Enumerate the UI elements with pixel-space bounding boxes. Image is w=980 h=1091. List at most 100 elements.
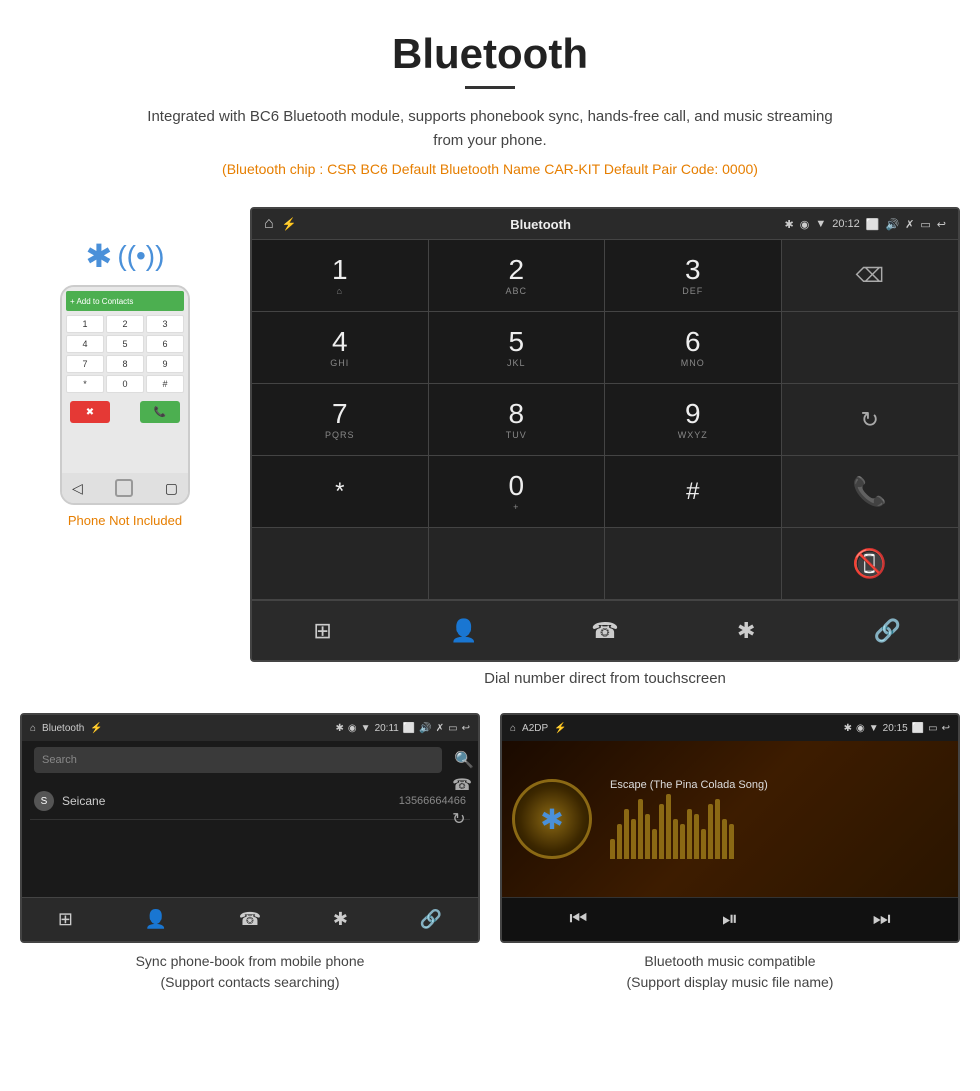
call-green-icon: 📞	[852, 475, 887, 508]
music-content: ✱ Escape (The Pina Colada Song)	[502, 741, 958, 897]
play-pause-icon[interactable]: ⏯	[722, 908, 738, 931]
search-icon[interactable]: 🔍	[454, 750, 474, 770]
status-right: ✱ ◉ ▼ 20:12 ⬜ 🔊 ✗ ▭ ↩	[785, 218, 947, 231]
music-title: A2DP	[522, 723, 548, 734]
bottom-phone-icon[interactable]: ☎	[585, 611, 625, 651]
music-screen-icon: ▭	[928, 723, 937, 734]
dial-refresh[interactable]: ↻	[782, 384, 959, 456]
contacts-status-bar: ⌂ Bluetooth ⚡ ✱ ◉ ▼ 20:11 ⬜ 🔊 ✗ ▭ ↩	[22, 715, 478, 741]
dial-letters-2: ABC	[505, 286, 527, 296]
dial-letters-0: +	[513, 502, 519, 512]
bottom-contacts-icon[interactable]: 👤	[444, 611, 484, 651]
bottom-grid-icon[interactable]: ⊞	[303, 611, 343, 651]
music-bt-icon: ✱	[844, 723, 852, 734]
music-caption: Bluetooth music compatible(Support displ…	[627, 951, 834, 993]
dial-backspace[interactable]: ⌫	[782, 240, 959, 312]
bottom-link-icon[interactable]: 🔗	[867, 611, 907, 651]
dial-key-star[interactable]: *	[252, 456, 429, 528]
phone-key-7: 7	[66, 355, 104, 373]
viz-bar	[673, 819, 678, 859]
dial-call-green[interactable]: 📞	[782, 456, 959, 528]
dial-letters-9: WXYZ	[678, 430, 708, 440]
contacts-loc-icon: ◉	[348, 723, 357, 734]
contacts-title: Bluetooth	[42, 723, 84, 734]
contacts-grid-icon[interactable]: ⊞	[58, 909, 73, 930]
contacts-call-icon[interactable]: ☎	[452, 775, 472, 795]
dial-key-6[interactable]: 6 MNO	[605, 312, 782, 384]
contacts-caption: Sync phone-book from mobile phone(Suppor…	[136, 951, 365, 993]
dial-empty-5b	[429, 528, 606, 600]
dial-empty-5a	[252, 528, 429, 600]
phone-key-5: 5	[106, 335, 144, 353]
viz-bar	[645, 814, 650, 859]
dial-key-1[interactable]: 1 ⌂	[252, 240, 429, 312]
refresh-icon: ↻	[861, 407, 879, 433]
contacts-x-icon: ✗	[436, 723, 444, 734]
music-cam-icon: ⬜	[912, 723, 924, 734]
dial-key-4[interactable]: 4 GHI	[252, 312, 429, 384]
contacts-sig-icon: ▼	[361, 723, 371, 734]
phone-key-star: *	[66, 375, 104, 393]
contacts-screen-icon: ▭	[448, 723, 457, 734]
dial-number-0: 0	[508, 472, 524, 500]
phone-bottom: ◁ ▢	[62, 473, 188, 503]
contacts-list: S Seicane 13566664466	[22, 779, 478, 824]
camera-icon: ⬜	[866, 218, 880, 231]
car-usb-icon: ⚡	[282, 217, 297, 231]
contacts-refresh-icon2[interactable]: ↻	[452, 809, 472, 829]
music-back-icon: ↩	[942, 723, 950, 734]
dial-key-2[interactable]: 2 ABC	[429, 240, 606, 312]
music-home-icon: ⌂	[510, 723, 516, 734]
car-bottom-bar: ⊞ 👤 ☎ ✱ 🔗	[252, 600, 958, 660]
page-header: Bluetooth Integrated with BC6 Bluetooth …	[0, 0, 980, 207]
dial-key-8[interactable]: 8 TUV	[429, 384, 606, 456]
phone-key-2: 2	[106, 315, 144, 333]
dial-key-0[interactable]: 0 +	[429, 456, 606, 528]
title-underline	[465, 86, 515, 89]
dial-call-red[interactable]: 📵	[782, 528, 959, 600]
dial-key-5[interactable]: 5 JKL	[429, 312, 606, 384]
contacts-bt-icon: ✱	[336, 723, 344, 734]
contacts-bottom-bar: ⊞ 👤 ☎ ✱ 🔗	[22, 897, 478, 941]
dial-key-7[interactable]: 7 PQRS	[252, 384, 429, 456]
car-screen-title: Bluetooth	[510, 217, 571, 232]
location-icon: ◉	[800, 218, 810, 231]
bluetooth-icon: ✱	[86, 237, 113, 275]
dial-number-2: 2	[508, 256, 524, 284]
viz-bar	[610, 839, 615, 859]
contact-item[interactable]: S Seicane 13566664466	[30, 783, 470, 820]
close-icon: ✗	[905, 218, 914, 231]
prev-track-icon[interactable]: ⏮	[569, 908, 587, 931]
phone-home-button	[115, 479, 133, 497]
dial-key-9[interactable]: 9 WXYZ	[605, 384, 782, 456]
bottom-panels: ⌂ Bluetooth ⚡ ✱ ◉ ▼ 20:11 ⬜ 🔊 ✗ ▭ ↩	[0, 703, 980, 1013]
dial-letters-8: TUV	[506, 430, 527, 440]
phone-key-8: 8	[106, 355, 144, 373]
dial-symbol-star: *	[335, 478, 344, 506]
music-panel: ⌂ A2DP ⚡ ✱ ◉ ▼ 20:15 ⬜ ▭ ↩ ✱	[500, 713, 960, 993]
music-loc-icon: ◉	[856, 723, 865, 734]
music-visualizer	[610, 799, 950, 859]
dial-key-hash[interactable]: #	[605, 456, 782, 528]
bottom-bluetooth-icon[interactable]: ✱	[726, 611, 766, 651]
contacts-bt-bottom-icon[interactable]: ✱	[333, 909, 348, 930]
phone-key-0: 0	[106, 375, 144, 393]
contacts-person-icon[interactable]: 👤	[145, 909, 167, 930]
contacts-cam-icon: ⬜	[403, 723, 415, 734]
dial-number-8: 8	[508, 400, 524, 428]
phone-mockup: + Add to Contacts 1 2 3 4 5 6 7 8 9 * 0 …	[60, 285, 190, 505]
contacts-back-icon: ↩	[462, 723, 470, 734]
phone-not-included-label: Phone Not Included	[68, 513, 182, 528]
contacts-right-actions: ☎ ↻	[452, 775, 472, 829]
phone-top-bar: + Add to Contacts	[66, 291, 184, 311]
viz-bar	[617, 824, 622, 859]
dial-empty-2	[782, 312, 959, 384]
music-status-bar: ⌂ A2DP ⚡ ✱ ◉ ▼ 20:15 ⬜ ▭ ↩	[502, 715, 958, 741]
car-status-bar: ⌂ ⚡ Bluetooth ✱ ◉ ▼ 20:12 ⬜ 🔊 ✗ ▭ ↩	[252, 209, 958, 239]
search-input[interactable]: Search	[34, 747, 442, 773]
dial-key-3[interactable]: 3 DEF	[605, 240, 782, 312]
phone-key-hash: #	[146, 375, 184, 393]
contacts-phone-icon[interactable]: ☎	[239, 909, 261, 930]
next-track-icon[interactable]: ⏭	[873, 908, 891, 931]
contacts-link-icon[interactable]: 🔗	[420, 909, 442, 930]
